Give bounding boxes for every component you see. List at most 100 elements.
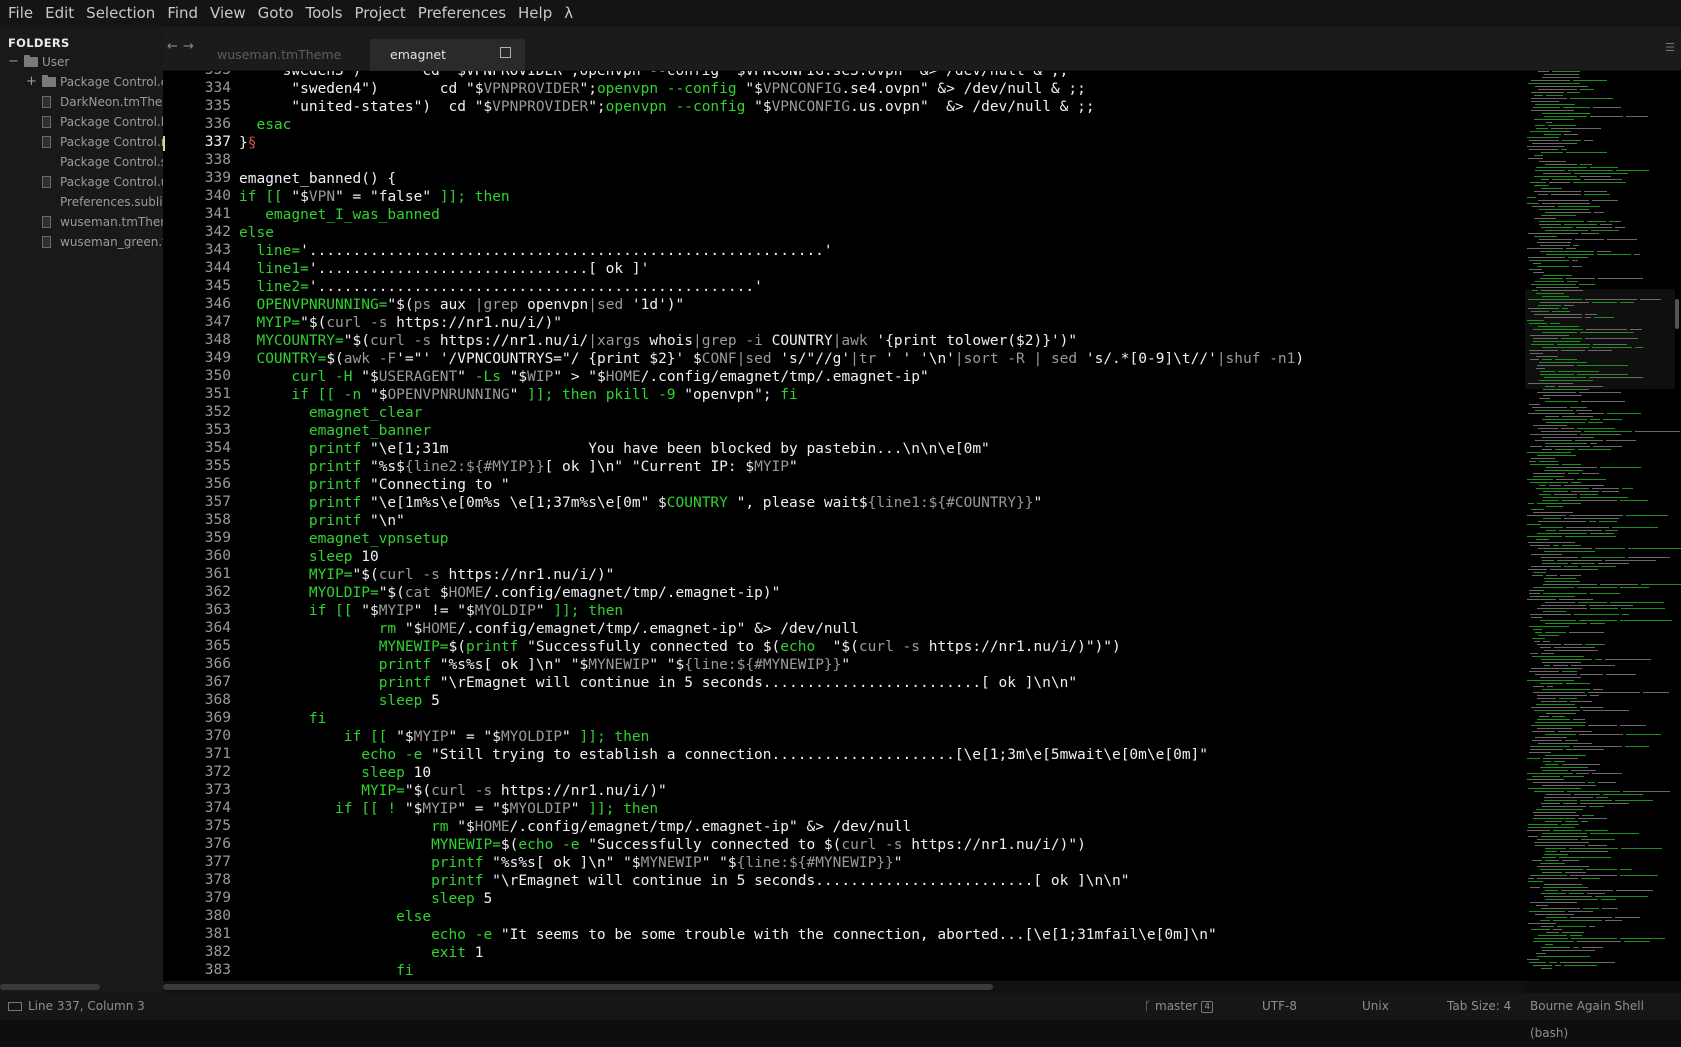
- encoding-indicator[interactable]: UTF-8: [1262, 993, 1297, 1020]
- code-line[interactable]: if [[ ! "$MYIP" = "$MYOLDIP" ]]; then: [239, 800, 658, 818]
- code-line[interactable]: else: [239, 908, 431, 926]
- code-line[interactable]: emagnet_clear: [239, 404, 423, 422]
- sidebar-item[interactable]: Package Control.la: [0, 112, 163, 132]
- code-line[interactable]: MYCOUNTRY="$(curl -s https://nr1.nu/i/|x…: [239, 332, 1077, 350]
- tab-wuseman-theme[interactable]: wuseman.tmTheme: [205, 39, 355, 71]
- code-line[interactable]: rm "$HOME/.config/emagnet/tmp/.emagnet-i…: [239, 620, 859, 638]
- code-line[interactable]: emagnet_I_was_banned: [239, 206, 440, 224]
- collapse-icon[interactable]: −: [8, 52, 19, 72]
- sidebar-item[interactable]: wuseman_green.tm: [0, 232, 163, 252]
- code-line[interactable]: MYOLDIP="$(cat $HOME/.config/emagnet/tmp…: [239, 584, 780, 602]
- back-arrow-icon[interactable]: ←: [167, 39, 178, 54]
- expand-icon[interactable]: +: [26, 72, 37, 92]
- sidebar-item[interactable]: Package Control.s: [0, 152, 163, 172]
- forward-arrow-icon[interactable]: →: [183, 39, 194, 54]
- minimap-line: [1532, 638, 1545, 639]
- minimap-line: [1540, 278, 1563, 279]
- code-line[interactable]: sleep 5: [239, 890, 492, 908]
- code-line[interactable]: printf "Connecting to ": [239, 476, 510, 494]
- code-line[interactable]: printf "\rEmagnet will continue in 5 sec…: [239, 674, 1077, 692]
- sidebar-item[interactable]: Package Control.m: [0, 132, 163, 152]
- code-line[interactable]: rm "$HOME/.config/emagnet/tmp/.emagnet-i…: [239, 818, 911, 836]
- code-line[interactable]: emagnet_banner: [239, 422, 431, 440]
- menu-item-goto[interactable]: Goto: [252, 0, 300, 27]
- code-line[interactable]: MYNEWIP=$(echo -e "Successfully connecte…: [239, 836, 1086, 854]
- menu-item-tools[interactable]: Tools: [300, 0, 349, 27]
- vertical-scrollbar[interactable]: [1675, 299, 1679, 329]
- line-number: 371: [204, 746, 231, 762]
- menu-item-help[interactable]: Help: [512, 0, 558, 27]
- code-line[interactable]: printf "%s%s[ ok ]\n" "$MYNEWIP" "${line…: [239, 854, 902, 872]
- sidebar-item[interactable]: wuseman.tmTheme: [0, 212, 163, 232]
- code-line[interactable]: if [[ -n "$OPENVPNRUNNING" ]]; then pkil…: [239, 386, 797, 404]
- tab-close-icon[interactable]: [500, 47, 511, 58]
- sidebar-scrollbar[interactable]: [0, 981, 163, 993]
- code-line[interactable]: MYIP="$(curl -s https://nr1.nu/i/)": [239, 314, 562, 332]
- code-line[interactable]: if [[ "$VPN" = "false" ]]; then: [239, 188, 510, 206]
- sidebar-scroll-thumb[interactable]: [0, 984, 100, 990]
- code-line[interactable]: echo -e "Still trying to establish a con…: [239, 746, 1208, 764]
- code-line[interactable]: esac: [239, 116, 291, 134]
- code-line[interactable]: printf "\rEmagnet will continue in 5 sec…: [239, 872, 1129, 890]
- code-line[interactable]: fi: [239, 962, 413, 980]
- sidebar-item[interactable]: Package Control.u: [0, 172, 163, 192]
- tab-menu-icon[interactable]: ☰: [1665, 41, 1675, 54]
- syntax-indicator[interactable]: Bourne Again Shell (bash): [1530, 993, 1681, 1047]
- code-line[interactable]: sleep 10: [239, 548, 379, 566]
- code-line[interactable]: line2='.................................…: [239, 278, 762, 296]
- code-line[interactable]: printf "%s${line2:${#MYIP}}[ ok ]\n" "Cu…: [239, 458, 798, 476]
- line-endings-indicator[interactable]: Unix: [1362, 993, 1389, 1020]
- menu-item-file[interactable]: File: [2, 0, 39, 27]
- menu-item-selection[interactable]: Selection: [80, 0, 161, 27]
- code-area[interactable]: "sweden3") cd "$VPNPROVIDER";openvpn --c…: [239, 71, 1525, 981]
- file-icon: [42, 232, 51, 252]
- code-line[interactable]: echo -e "It seems to be some trouble wit…: [239, 926, 1217, 944]
- sidebar-item[interactable]: DarkNeon.tmTheme: [0, 92, 163, 112]
- code-line[interactable]: else: [239, 224, 274, 242]
- code-line[interactable]: OPENVPNRUNNING="$(ps aux |grep openvpn|s…: [239, 296, 684, 314]
- code-line[interactable]: MYIP="$(curl -s https://nr1.nu/i/)": [239, 566, 615, 584]
- menu-item-find[interactable]: Find: [161, 0, 204, 27]
- code-line[interactable]: if [[ "$MYIP" = "$MYOLDIP" ]]; then: [239, 728, 650, 746]
- code-line[interactable]: printf "%s%s[ ok ]\n" "$MYNEWIP" "${line…: [239, 656, 850, 674]
- minimap-line: [1564, 224, 1597, 225]
- code-line[interactable]: exit 1: [239, 944, 483, 962]
- code-line[interactable]: "united-states") cd "$VPNPROVIDER";openv…: [239, 98, 1094, 116]
- code-line[interactable]: printf "\e[1;31m You have been blocked b…: [239, 440, 990, 458]
- menu-item-preferences[interactable]: Preferences: [412, 0, 512, 27]
- code-line[interactable]: "sweden4") cd "$VPNPROVIDER";openvpn --c…: [239, 80, 1085, 98]
- menu-item-edit[interactable]: Edit: [39, 0, 80, 27]
- code-line[interactable]: }§: [239, 134, 256, 152]
- code-line[interactable]: printf "\e[1m%s\e[0m%s \e[1;37m%s\e[0m" …: [239, 494, 1042, 512]
- menu-item-project[interactable]: Project: [348, 0, 411, 27]
- git-branch[interactable]: ᚴ master 4: [1144, 993, 1214, 1020]
- code-line[interactable]: if [[ "$MYIP" != "$MYOLDIP" ]]; then: [239, 602, 623, 620]
- code-line[interactable]: COUNTRY=$(awk -F'="' '/VPNCOUNTRYS="/ {p…: [239, 350, 1304, 368]
- menu-item-lambda[interactable]: λ: [558, 0, 579, 27]
- minimap[interactable]: [1525, 71, 1681, 981]
- code-line[interactable]: emagnet_banned() {: [239, 170, 396, 188]
- minimap-line: [1542, 359, 1552, 360]
- code-line[interactable]: fi: [239, 710, 326, 728]
- code-editor[interactable]: 333 334 335 336 337 338 339 340 341 342 343 344 345 3…: [163, 71, 1525, 981]
- sidebar-item[interactable]: Preferences.sublim: [0, 192, 163, 212]
- minimap-line: [1535, 674, 1577, 675]
- horizontal-scrollbar[interactable]: [163, 981, 1525, 993]
- code-line[interactable]: line1='...............................[ …: [239, 260, 649, 278]
- sidebar-item[interactable]: + Package Control.ca: [0, 72, 163, 92]
- code-line[interactable]: "sweden3") cd "$VPNPROVIDER";openvpn --c…: [239, 71, 1068, 80]
- tab-emagnet[interactable]: emagnet: [370, 39, 525, 71]
- code-line[interactable]: sleep 10: [239, 764, 431, 782]
- tab-size-indicator[interactable]: Tab Size: 4: [1447, 993, 1511, 1020]
- code-line[interactable]: MYNEWIP=$(printf "Successfully connected…: [239, 638, 1121, 656]
- sidebar-item[interactable]: − User: [0, 52, 163, 72]
- code-line[interactable]: curl -H "$USERAGENT" -Ls "$WIP" > "$HOME…: [239, 368, 928, 386]
- code-line[interactable]: emagnet_vpnsetup: [239, 530, 449, 548]
- horizontal-scroll-thumb[interactable]: [163, 984, 993, 990]
- code-line[interactable]: printf "\n": [239, 512, 405, 530]
- code-line[interactable]: MYIP="$(curl -s https://nr1.nu/i/)": [239, 782, 667, 800]
- code-line[interactable]: line='..................................…: [239, 242, 832, 260]
- menu-item-view[interactable]: View: [204, 0, 252, 27]
- code-line[interactable]: sleep 5: [239, 692, 440, 710]
